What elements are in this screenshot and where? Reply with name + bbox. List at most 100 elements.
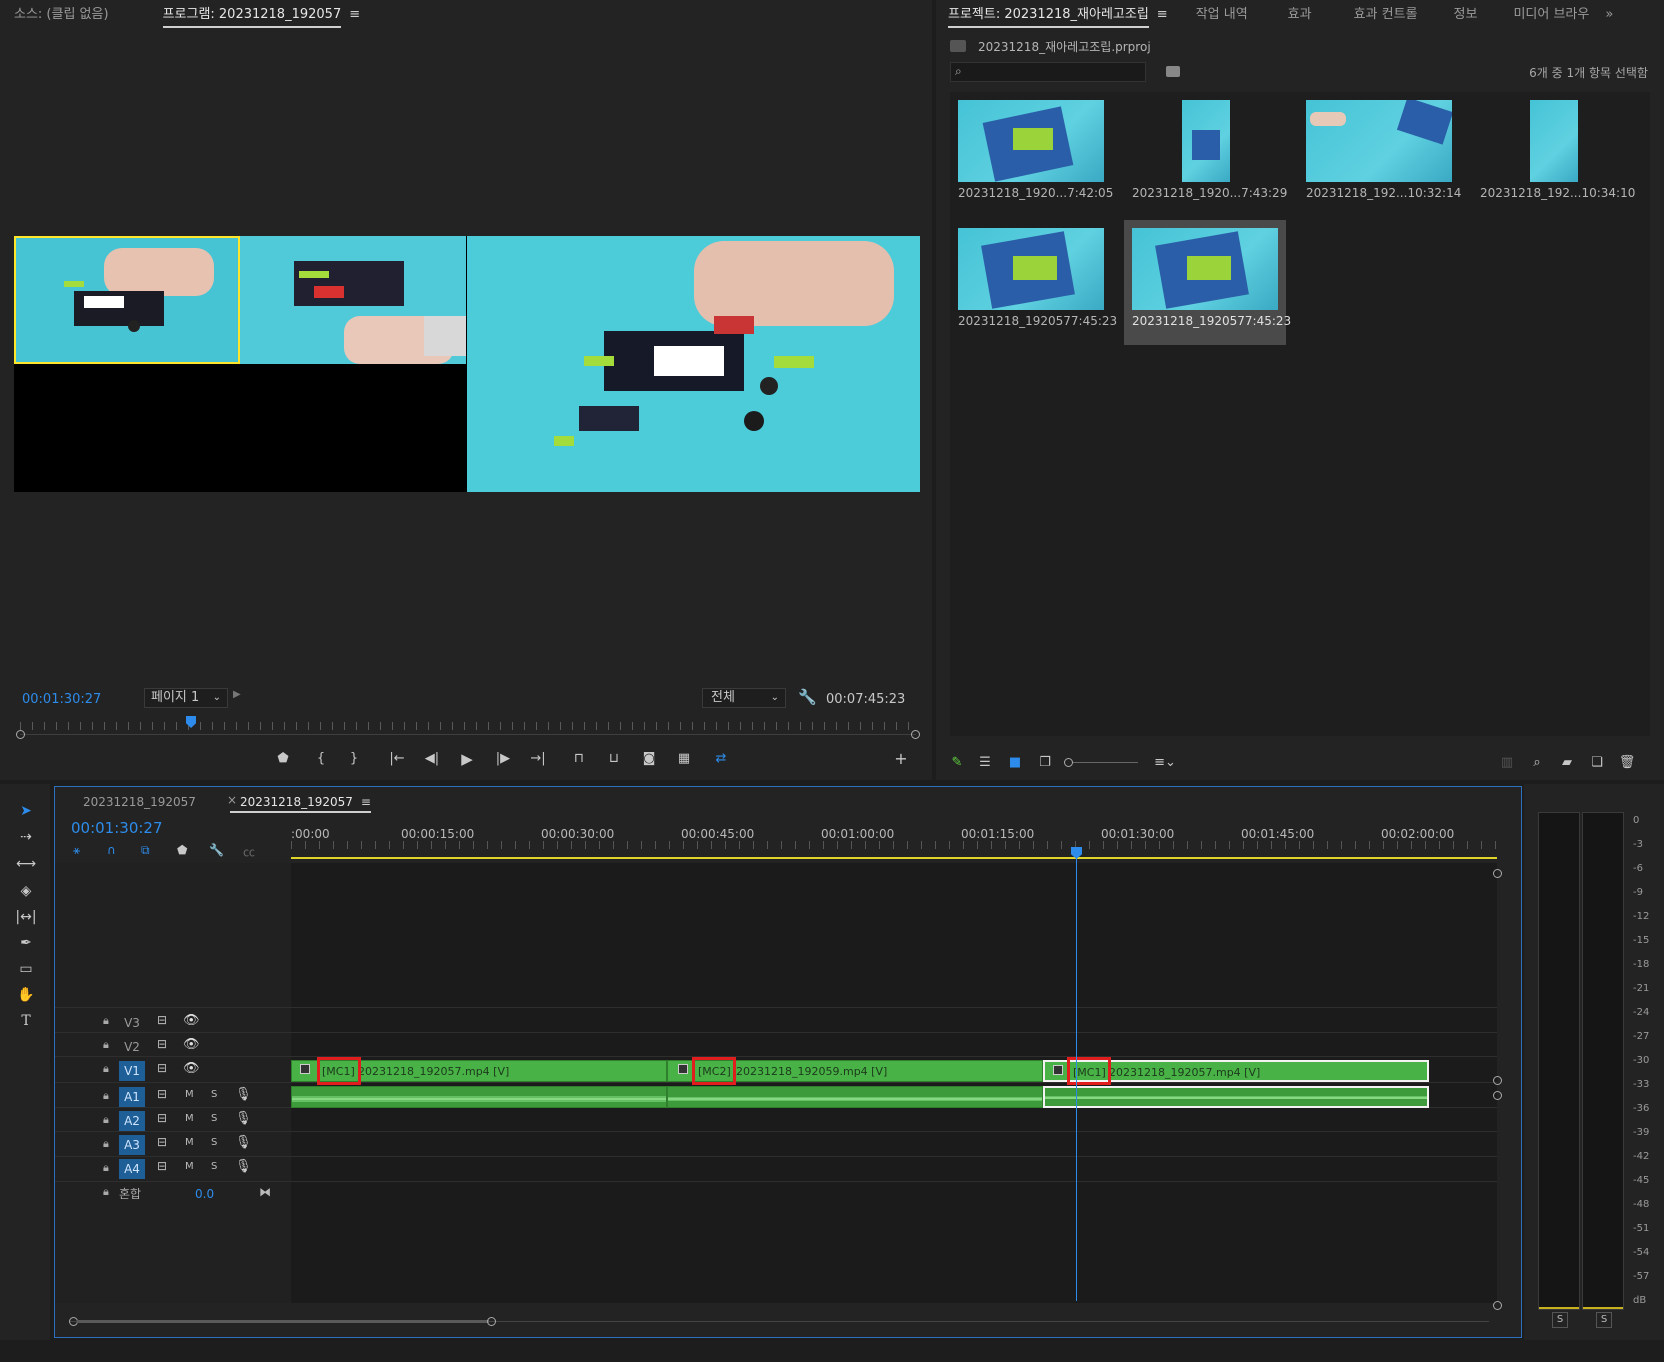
track-v3[interactable]: V3 bbox=[119, 1013, 145, 1033]
play-arrow-icon[interactable]: ▶ bbox=[233, 689, 241, 700]
slip-tool-icon[interactable]: |↔| bbox=[14, 906, 38, 928]
trash-icon[interactable]: 🗑 bbox=[1616, 752, 1638, 774]
track-a3[interactable]: A3 bbox=[119, 1135, 145, 1155]
vertical-scroll-handle[interactable] bbox=[1493, 869, 1502, 878]
lock-icon[interactable]: 🔒︎ bbox=[103, 1014, 109, 1028]
work-area-bar[interactable] bbox=[291, 857, 1497, 859]
lock-icon[interactable]: 🔒︎ bbox=[103, 1185, 109, 1199]
ripple-edit-tool-icon[interactable]: ⟷ bbox=[14, 853, 38, 875]
type-tool-icon[interactable]: T bbox=[14, 1010, 38, 1032]
settings-wrench-icon[interactable]: 🔧 bbox=[209, 843, 224, 857]
audio-clip-selected[interactable] bbox=[1043, 1086, 1429, 1108]
sort-icon[interactable]: ≡⌄ bbox=[1154, 752, 1176, 774]
track-v1[interactable]: V1 bbox=[119, 1061, 145, 1081]
audio-clip[interactable] bbox=[667, 1086, 1043, 1108]
track-a2[interactable]: A2 bbox=[119, 1111, 145, 1131]
scrubber-end-handle[interactable] bbox=[911, 730, 920, 739]
go-to-in-icon[interactable]: |← bbox=[386, 748, 408, 770]
track-v2[interactable]: V2 bbox=[119, 1037, 145, 1057]
lock-icon[interactable]: 🔒︎ bbox=[103, 1137, 109, 1151]
step-forward-icon[interactable]: |▶ bbox=[492, 748, 514, 770]
wrench-icon[interactable]: 🔧 bbox=[798, 688, 817, 706]
program-scrubber[interactable] bbox=[16, 716, 920, 739]
panel-menu-icon[interactable]: ≡ bbox=[1157, 7, 1168, 22]
automate-icon[interactable]: ▥ bbox=[1496, 752, 1518, 774]
eye-icon[interactable]: 👁︎ bbox=[183, 1013, 200, 1028]
media-item[interactable]: 20231218_1920... 7:42:05 bbox=[950, 92, 1113, 217]
audio-clip[interactable] bbox=[291, 1086, 667, 1108]
step-back-icon[interactable]: ◀| bbox=[421, 748, 443, 770]
find-icon[interactable]: ⌕ bbox=[1526, 752, 1548, 774]
overflow-icon[interactable]: » bbox=[1603, 0, 1613, 30]
tab-effect-controls[interactable]: 효과 컨트롤 bbox=[1326, 0, 1432, 30]
lock-icon[interactable]: 🔒︎ bbox=[103, 1161, 109, 1175]
track-a1[interactable]: A1 bbox=[119, 1087, 145, 1107]
solo-left-button[interactable]: S bbox=[1552, 1312, 1568, 1328]
scroll-handle-right[interactable] bbox=[487, 1317, 496, 1326]
tab-project[interactable]: 프로젝트: 20231218_재아레고조립 ≡ bbox=[936, 0, 1182, 30]
nest-icon[interactable]: ⚹ bbox=[73, 843, 80, 858]
sync-icon[interactable]: ⊟ bbox=[157, 1111, 167, 1125]
sync-icon[interactable]: ⊟ bbox=[157, 1135, 167, 1149]
solo-button[interactable]: S bbox=[211, 1137, 217, 1148]
tab-history[interactable]: 작업 내역 bbox=[1182, 0, 1262, 30]
track-select-tool-icon[interactable]: ⇢ bbox=[14, 826, 38, 848]
horizontal-scrollbar[interactable] bbox=[69, 1317, 1489, 1326]
mark-out-icon[interactable]: } bbox=[343, 748, 365, 770]
zoom-slider[interactable] bbox=[1064, 758, 1138, 767]
bin-icon[interactable] bbox=[1166, 66, 1180, 77]
program-timecode[interactable]: 00:01:30:27 bbox=[22, 692, 101, 707]
solo-button[interactable]: S bbox=[211, 1089, 217, 1100]
media-item-selected[interactable]: 20231218_192057 7:45:23 bbox=[1124, 220, 1291, 345]
media-item[interactable]: 20231218_192... 10:32:14 bbox=[1298, 92, 1461, 217]
vertical-scroll-handle[interactable] bbox=[1493, 1076, 1502, 1085]
toggle-multicam-icon[interactable]: ⇄ bbox=[710, 748, 732, 770]
timeline-tab-1[interactable]: 20231218_192057 bbox=[83, 795, 196, 809]
media-item[interactable]: 20231218_192057 7:45:23 bbox=[950, 220, 1117, 345]
eye-icon[interactable]: 👁︎ bbox=[183, 1061, 200, 1076]
tab-effects[interactable]: 효과 bbox=[1262, 0, 1326, 30]
timeline-tab-2[interactable]: 20231218_192057 ≡ bbox=[230, 795, 371, 813]
mute-button[interactable]: M bbox=[185, 1089, 194, 1100]
scrubber-start-handle[interactable] bbox=[16, 730, 25, 739]
playhead-line[interactable] bbox=[1076, 851, 1077, 1301]
freeform-view-icon[interactable]: ❐ bbox=[1034, 752, 1056, 774]
eye-icon[interactable]: 👁︎ bbox=[183, 1037, 200, 1052]
solo-right-button[interactable]: S bbox=[1596, 1312, 1612, 1328]
camera-icon[interactable]: ◙ bbox=[638, 748, 660, 770]
sync-icon[interactable]: ⊟ bbox=[157, 1159, 167, 1173]
project-search-input[interactable]: ⌕ bbox=[950, 62, 1146, 82]
vertical-scroll-handle[interactable] bbox=[1493, 1301, 1502, 1310]
page-select[interactable]: 페이지 1 ⌄ bbox=[144, 688, 228, 708]
timeline-timecode[interactable]: 00:01:30:27 bbox=[71, 819, 163, 837]
lock-icon[interactable]: 🔒︎ bbox=[103, 1089, 109, 1103]
solo-button[interactable]: S bbox=[211, 1161, 217, 1172]
rectangle-tool-icon[interactable]: ▭ bbox=[14, 958, 38, 980]
mic-icon[interactable]: 🎙︎ bbox=[235, 1135, 252, 1150]
lift-icon[interactable]: ⊓ bbox=[568, 748, 590, 770]
razor-tool-icon[interactable]: ◈ bbox=[14, 880, 38, 902]
sync-icon[interactable]: ⊟ bbox=[157, 1013, 167, 1027]
tab-program[interactable]: 프로그램: 20231218_192057 ≡ bbox=[162, 0, 375, 30]
snap-icon[interactable]: ∩ bbox=[107, 843, 116, 857]
mic-icon[interactable]: 🎙︎ bbox=[235, 1111, 252, 1126]
play-icon[interactable]: ▶ bbox=[456, 748, 478, 770]
lock-icon[interactable]: 🔒︎ bbox=[103, 1038, 109, 1052]
go-to-out-icon[interactable]: →| bbox=[527, 748, 549, 770]
panel-menu-icon[interactable]: ≡ bbox=[361, 795, 371, 809]
sync-icon[interactable]: ⊟ bbox=[157, 1037, 167, 1051]
mute-button[interactable]: M bbox=[185, 1137, 194, 1148]
icon-view-icon[interactable]: ■ bbox=[1004, 752, 1026, 774]
mark-in-icon[interactable]: { bbox=[310, 748, 332, 770]
tab-source[interactable]: 소스: (클립 없음) bbox=[0, 0, 123, 30]
lock-icon[interactable]: 🔒︎ bbox=[103, 1062, 109, 1076]
new-item-icon[interactable]: ❏ bbox=[1586, 752, 1608, 774]
new-bin-icon[interactable]: ▰ bbox=[1556, 752, 1578, 774]
linked-selection-icon[interactable]: ⧉ bbox=[141, 843, 150, 858]
media-item[interactable]: 20231218_192... 10:34:10 bbox=[1472, 92, 1635, 217]
panel-menu-icon[interactable]: ≡ bbox=[349, 7, 360, 22]
mic-icon[interactable]: 🎙︎ bbox=[235, 1159, 252, 1174]
selection-tool-icon[interactable]: ➤ bbox=[14, 800, 38, 822]
mic-icon[interactable]: 🎙︎ bbox=[235, 1087, 252, 1102]
zoom-slider-handle[interactable] bbox=[1064, 758, 1073, 767]
